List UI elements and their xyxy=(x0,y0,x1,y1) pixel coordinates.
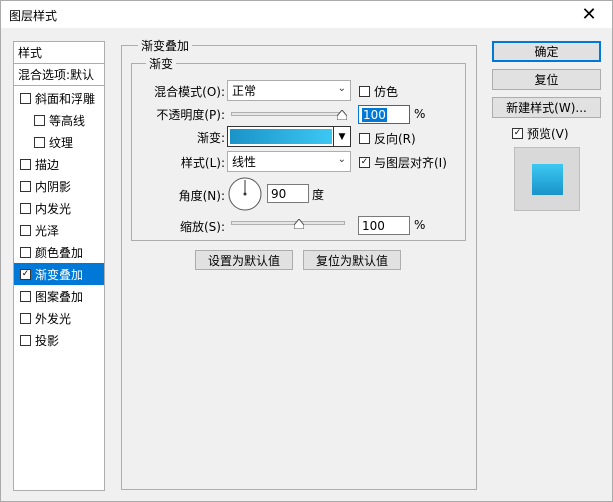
group-title: 渐变叠加 xyxy=(138,37,193,54)
checkbox-icon[interactable] xyxy=(20,290,31,302)
opacity-slider-thumb[interactable] xyxy=(337,110,347,120)
checkbox-icon[interactable] xyxy=(359,133,370,144)
angle-label: 角度(N): xyxy=(178,189,225,203)
checkbox-icon[interactable] xyxy=(20,224,31,236)
checkbox-icon[interactable] xyxy=(20,180,31,192)
title-bar: 图层样式 ✕ xyxy=(1,1,612,28)
close-icon[interactable]: ✕ xyxy=(566,1,612,28)
angle-value: 90 xyxy=(271,186,287,201)
preview-box xyxy=(514,147,580,211)
scale-input[interactable]: 100 xyxy=(358,216,410,235)
style-item-label: 投影 xyxy=(35,333,60,348)
chevron-down-icon: ⌄ xyxy=(337,83,346,94)
style-item-label: 外发光 xyxy=(35,311,72,326)
style-item-label: 斜面和浮雕 xyxy=(35,91,96,106)
style-item-satin[interactable]: 光泽 xyxy=(14,219,104,241)
dither-label: 仿色 xyxy=(374,85,399,99)
style-item-gradient-overlay[interactable]: ✓ 渐变叠加 xyxy=(14,263,104,285)
opacity-label: 不透明度(P): xyxy=(156,108,225,122)
dither-checkbox[interactable]: 仿色 xyxy=(359,83,398,100)
blend-mode-label: 混合模式(O): xyxy=(154,85,225,99)
preview-checkbox[interactable]: ✓ 预览(V) xyxy=(512,125,569,142)
style-item-label: 颜色叠加 xyxy=(35,245,84,260)
opacity-unit: % xyxy=(414,107,426,121)
style-item-outer-glow[interactable]: 外发光 xyxy=(14,307,104,329)
styles-header-label: 样式 xyxy=(18,46,43,60)
style-item-pattern-overlay[interactable]: 图案叠加 xyxy=(14,285,104,307)
align-label: 与图层对齐(I) xyxy=(374,156,447,170)
angle-input[interactable]: 90 xyxy=(267,184,309,203)
opacity-slider-track[interactable] xyxy=(231,112,345,116)
scale-slider-thumb[interactable] xyxy=(294,219,304,229)
checkbox-icon[interactable] xyxy=(34,114,45,126)
styles-header[interactable]: 样式 xyxy=(14,42,104,64)
style-item-color-overlay[interactable]: 颜色叠加 xyxy=(14,241,104,263)
style-item-stroke[interactable]: 描边 xyxy=(14,153,104,175)
style-item-label: 等高线 xyxy=(49,113,86,128)
ok-button[interactable]: 确定 xyxy=(492,41,601,62)
style-item-texture[interactable]: 纹理 xyxy=(14,131,104,153)
style-item-label: 描边 xyxy=(35,157,60,172)
layer-style-dialog: 图层样式 ✕ 样式 混合选项:默认 斜面和浮雕 等高线 纹理 描边 内阴影 内发… xyxy=(0,0,613,502)
style-label: 样式(L): xyxy=(180,156,225,170)
opacity-value: 100 xyxy=(362,107,387,122)
style-item-contour[interactable]: 等高线 xyxy=(14,109,104,131)
checkbox-icon[interactable] xyxy=(20,92,31,104)
gradient-label: 渐变: xyxy=(196,131,225,145)
style-item-label: 渐变叠加 xyxy=(35,267,84,282)
checkbox-checked-icon[interactable]: ✓ xyxy=(512,128,523,139)
scale-value: 100 xyxy=(362,218,385,233)
subgroup-title: 渐变 xyxy=(146,55,177,72)
scale-label: 缩放(S): xyxy=(179,220,225,234)
checkbox-icon[interactable] xyxy=(34,136,45,148)
checkbox-icon[interactable] xyxy=(20,202,31,214)
opacity-input[interactable]: 100 xyxy=(358,105,410,124)
style-item-label: 内阴影 xyxy=(35,179,72,194)
reverse-checkbox[interactable]: 反向(R) xyxy=(359,130,416,147)
scale-slider-track[interactable] xyxy=(231,221,345,225)
checkbox-icon[interactable] xyxy=(20,334,31,346)
style-item-label: 图案叠加 xyxy=(35,289,84,304)
checkbox-icon[interactable] xyxy=(359,86,370,97)
checkbox-checked-icon[interactable]: ✓ xyxy=(359,157,370,168)
scale-unit: % xyxy=(414,218,426,232)
blend-mode-select[interactable]: 正常 ⌄ xyxy=(227,80,351,101)
style-item-inner-shadow[interactable]: 内阴影 xyxy=(14,175,104,197)
preview-swatch xyxy=(532,164,563,195)
style-select[interactable]: 线性 ⌄ xyxy=(227,151,351,172)
reverse-label: 反向(R) xyxy=(374,132,416,146)
gradient-swatch[interactable] xyxy=(230,129,332,144)
style-item-label: 内发光 xyxy=(35,201,72,216)
styles-list: 样式 混合选项:默认 斜面和浮雕 等高线 纹理 描边 内阴影 内发光 光泽 颜色… xyxy=(13,41,105,491)
checkbox-icon[interactable] xyxy=(20,158,31,170)
blend-options-item[interactable]: 混合选项:默认 xyxy=(14,64,104,86)
checkbox-checked-icon[interactable]: ✓ xyxy=(20,268,31,280)
blend-options-label: 混合选项:默认 xyxy=(18,68,95,82)
style-item-inner-glow[interactable]: 内发光 xyxy=(14,197,104,219)
window-title: 图层样式 xyxy=(9,9,58,23)
new-style-button[interactable]: 新建样式(W)... xyxy=(492,97,601,118)
reset-to-default-button[interactable]: 复位为默认值 xyxy=(303,250,401,270)
checkbox-icon[interactable] xyxy=(20,312,31,324)
angle-dial-icon[interactable] xyxy=(227,176,263,212)
style-item-bevel-emboss[interactable]: 斜面和浮雕 xyxy=(14,87,104,109)
gradient-picker[interactable]: ▼ xyxy=(227,126,351,147)
set-as-default-button[interactable]: 设置为默认值 xyxy=(195,250,293,270)
style-item-label: 光泽 xyxy=(35,223,60,238)
checkbox-icon[interactable] xyxy=(20,246,31,258)
style-item-label: 纹理 xyxy=(49,135,74,150)
chevron-down-icon: ⌄ xyxy=(337,154,346,165)
blend-mode-value: 正常 xyxy=(232,84,257,98)
dropdown-arrow-icon[interactable]: ▼ xyxy=(333,127,350,146)
angle-unit: 度 xyxy=(312,188,325,202)
style-value: 线性 xyxy=(232,155,257,169)
style-item-drop-shadow[interactable]: 投影 xyxy=(14,329,104,351)
preview-label: 预览(V) xyxy=(527,127,569,141)
reset-button[interactable]: 复位 xyxy=(492,69,601,90)
align-with-layer-checkbox[interactable]: ✓ 与图层对齐(I) xyxy=(359,154,447,171)
